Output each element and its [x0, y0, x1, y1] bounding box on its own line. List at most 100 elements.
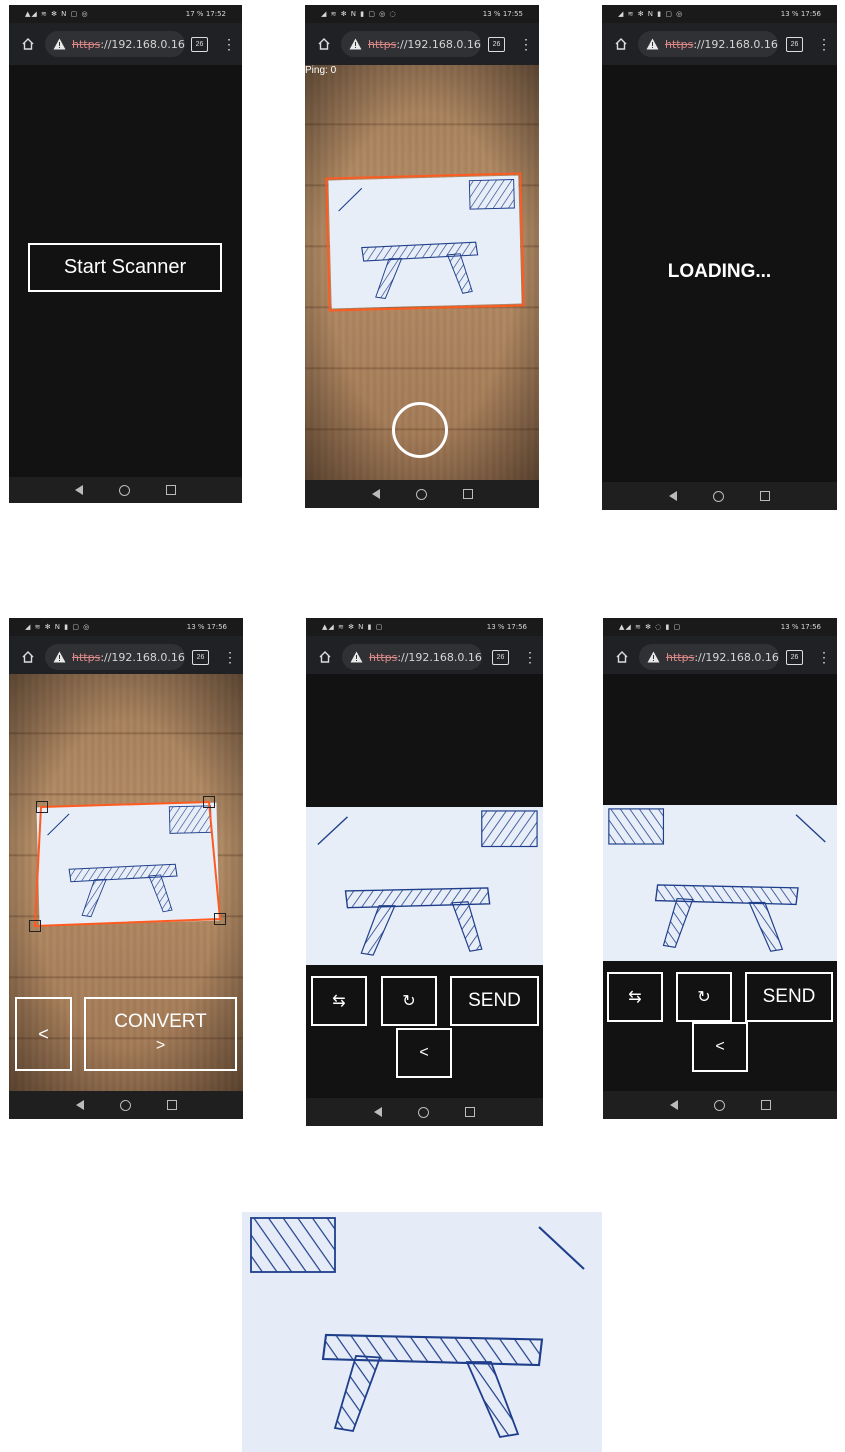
nav-recents-icon[interactable]	[166, 1100, 177, 1110]
converted-image	[306, 807, 543, 965]
back-button[interactable]: <	[396, 1028, 452, 1078]
home-icon[interactable]	[610, 33, 632, 55]
back-button[interactable]: <	[15, 997, 72, 1071]
nav-home-icon[interactable]	[418, 1106, 429, 1118]
nav-recents-icon[interactable]	[760, 491, 770, 501]
overflow-menu-icon[interactable]: ⋮	[222, 37, 236, 51]
crop-handle-top-right[interactable]	[203, 796, 215, 808]
tab-count-icon[interactable]: 26	[192, 649, 209, 665]
nav-home-icon[interactable]	[415, 488, 427, 500]
android-nav-bar	[305, 480, 539, 508]
app-content: ⇆ ↻ SEND <	[603, 674, 837, 1091]
warning-icon	[350, 650, 363, 664]
app-content: ⇆ ↻ SEND <	[306, 674, 543, 1098]
nav-back-icon[interactable]	[75, 485, 83, 495]
status-icons: ▲◢ ≋ ✻ ◌ ▮ ▢	[619, 623, 682, 631]
url-scheme: https	[72, 37, 101, 51]
status-icons: ◢ ≋ ✻ N ▮ ▢ ◎ ◌	[321, 10, 397, 18]
status-icons: ◢ ≋ ✻ N ▮ ▢ ◎	[25, 623, 91, 631]
phone-screen-crop: ◢ ≋ ✻ N ▮ ▢ ◎ 13 % 17:56 https://192.168…	[9, 618, 243, 1119]
tab-count-icon[interactable]: 26	[191, 36, 208, 52]
url-host: ://192.168.0.16	[100, 650, 185, 664]
nav-recents-icon[interactable]	[465, 1107, 475, 1117]
url-host: ://192.168.0.16	[396, 37, 481, 51]
tab-count-icon[interactable]: 26	[786, 36, 803, 52]
start-scanner-button[interactable]: Start Scanner	[28, 243, 222, 292]
overflow-menu-icon[interactable]: ⋮	[223, 650, 237, 664]
sketch-drawing	[306, 807, 543, 965]
status-battery: 13 %	[482, 10, 501, 18]
overflow-menu-icon[interactable]: ⋮	[817, 37, 831, 51]
home-icon[interactable]	[314, 646, 336, 668]
status-battery: 13 %	[780, 623, 799, 631]
url-scheme: https	[665, 37, 694, 51]
send-button[interactable]: SEND	[745, 972, 833, 1022]
url-field[interactable]: https://192.168.0.16	[341, 31, 481, 57]
status-bar: ▲◢ ≋ ✻ N ▮ ▢ 13 % 17:56	[306, 618, 543, 636]
warning-icon	[53, 650, 66, 664]
url-field[interactable]: https://192.168.0.16	[45, 644, 185, 670]
status-battery: 13 %	[780, 10, 799, 18]
back-button[interactable]: <	[692, 1022, 748, 1072]
nav-back-icon[interactable]	[669, 1100, 678, 1110]
nav-back-icon[interactable]	[669, 491, 677, 501]
warning-icon	[646, 37, 659, 51]
convert-arrow: >	[155, 1037, 166, 1054]
home-icon[interactable]	[17, 646, 39, 668]
nav-back-icon[interactable]	[374, 1107, 382, 1117]
convert-button[interactable]: CONVERT >	[84, 997, 237, 1071]
browser-address-bar: https://192.168.0.16 26 ⋮	[306, 636, 543, 678]
status-bar: ◢ ≋ ✻ N ▮ ▢ ◎ 13 % 17:56	[9, 618, 243, 636]
phone-screen-loading: ◢ ≋ ✻ N ▮ ▢ ◎ 13 % 17:56 https://192.168…	[602, 5, 837, 510]
final-output-image	[242, 1212, 602, 1452]
status-time: 17:56	[800, 10, 821, 18]
nav-recents-icon[interactable]	[166, 485, 176, 495]
nav-home-icon[interactable]	[119, 1099, 131, 1111]
browser-address-bar: https://192.168.0.16 26 ⋮	[602, 23, 837, 65]
home-icon[interactable]	[17, 33, 39, 55]
captured-photo: < CONVERT >	[9, 674, 243, 1091]
send-button[interactable]: SEND	[450, 976, 539, 1026]
tab-count-icon[interactable]: 26	[488, 36, 505, 52]
nav-home-icon[interactable]	[713, 1099, 725, 1111]
nav-recents-icon[interactable]	[760, 1100, 771, 1110]
home-icon[interactable]	[313, 33, 335, 55]
tab-count-icon[interactable]: 26	[786, 649, 803, 665]
nav-recents-icon[interactable]	[462, 489, 473, 499]
mirror-button[interactable]: ⇆	[607, 972, 663, 1022]
url-scheme: https	[369, 650, 398, 664]
tab-count-icon[interactable]: 26	[492, 649, 509, 665]
shutter-button[interactable]	[392, 402, 448, 458]
url-field[interactable]: https://192.168.0.16	[639, 644, 779, 670]
nav-back-icon[interactable]	[371, 489, 380, 499]
url-host: ://192.168.0.16	[694, 650, 779, 664]
home-icon[interactable]	[611, 646, 633, 668]
crop-handle-top-left[interactable]	[36, 801, 48, 813]
android-nav-bar	[603, 1091, 837, 1119]
url-scheme: https	[368, 37, 397, 51]
crop-handle-bottom-left[interactable]	[29, 920, 41, 932]
mirror-button[interactable]: ⇆	[311, 976, 367, 1026]
crop-handle-bottom-right[interactable]	[214, 913, 226, 925]
status-bar: ▲◢ ≋ ✻ N ▢ ◎ 17 % 17:52	[9, 5, 242, 23]
app-content: Start Scanner	[9, 65, 242, 477]
sketch-drawing	[242, 1212, 602, 1452]
overflow-menu-icon[interactable]: ⋮	[519, 37, 533, 51]
rotate-button[interactable]: ↻	[676, 972, 732, 1022]
status-bar: ◢ ≋ ✻ N ▮ ▢ ◎ ◌ 13 % 17:55	[305, 5, 539, 23]
android-nav-bar	[306, 1098, 543, 1126]
browser-address-bar: https://192.168.0.16 26 ⋮	[9, 23, 242, 65]
sketch-drawing	[603, 805, 837, 961]
overflow-menu-icon[interactable]: ⋮	[817, 650, 831, 664]
nav-home-icon[interactable]	[713, 490, 724, 502]
nav-back-icon[interactable]	[75, 1100, 84, 1110]
url-field[interactable]: https://192.168.0.16	[638, 31, 778, 57]
warning-icon	[349, 37, 362, 51]
rotate-button[interactable]: ↻	[381, 976, 437, 1026]
overflow-menu-icon[interactable]: ⋮	[523, 650, 537, 664]
phone-screen-start: ▲◢ ≋ ✻ N ▢ ◎ 17 % 17:52 https://192.168.…	[9, 5, 242, 503]
url-field[interactable]: https://192.168.0.16	[45, 31, 185, 57]
status-battery: 13 %	[186, 623, 205, 631]
url-field[interactable]: https://192.168.0.16	[342, 644, 482, 670]
nav-home-icon[interactable]	[119, 484, 130, 496]
